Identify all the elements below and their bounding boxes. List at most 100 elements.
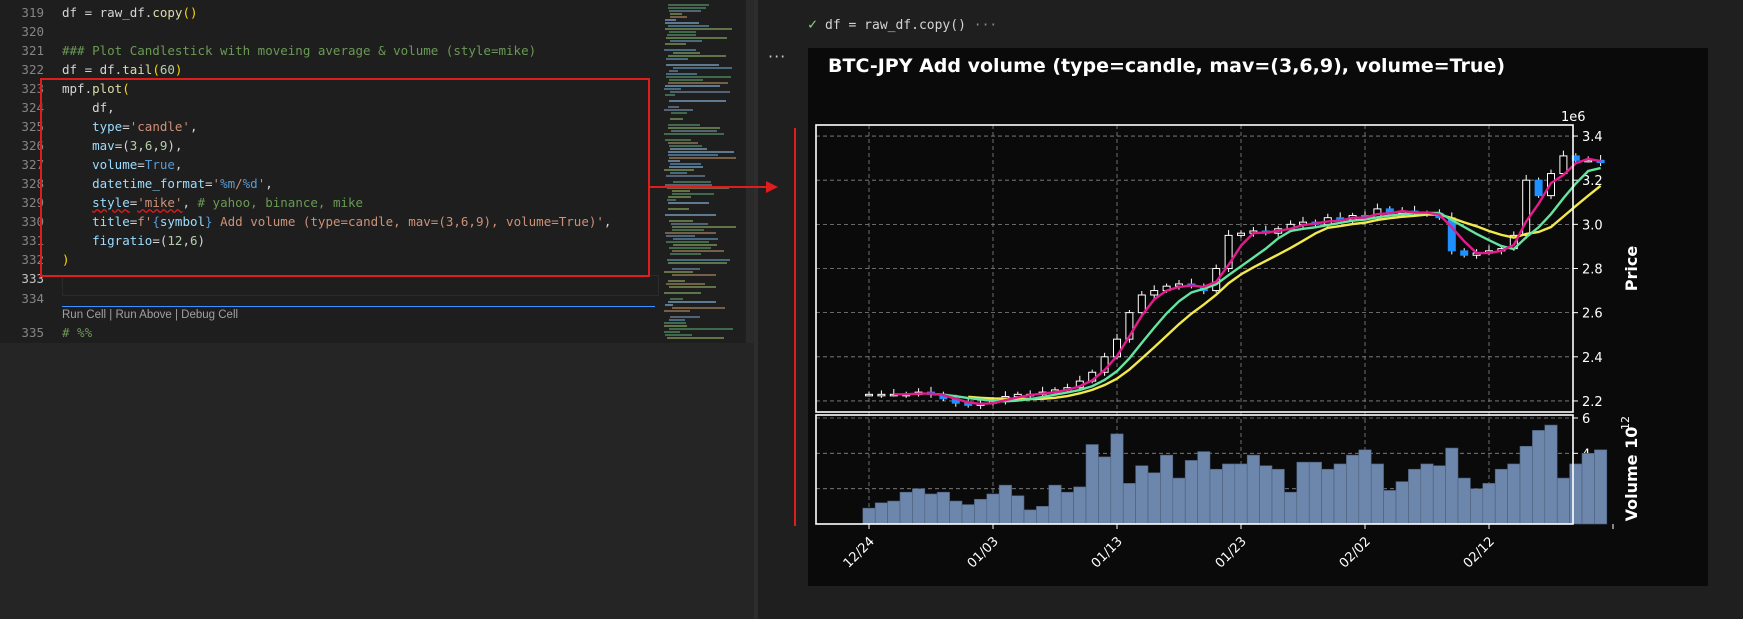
minimap-line [669,328,733,330]
minimap-line [668,154,718,156]
code-line[interactable]: 320 [0,22,62,41]
minimap-line [669,31,696,33]
minimap-line [664,292,701,294]
volume-bar [1110,433,1124,525]
minimap-line [668,280,685,282]
ellipsis-icon[interactable]: ··· [974,18,997,33]
price-tick-label: 2.8 [1582,263,1603,278]
volume-bar [1519,445,1533,525]
candle-body [1150,290,1159,296]
annotation-arrow-head [766,181,778,193]
cell-status-bar [794,128,796,526]
volume-bar [1284,491,1298,525]
x-tick-label: 01/13 [1089,534,1126,571]
line-number: 323 [21,81,44,96]
more-actions-icon[interactable]: ··· [768,47,786,66]
minimap-line [670,163,701,165]
minimap-line [664,88,681,90]
minimap-line [668,262,727,264]
code-token: raw_df [99,5,145,20]
candle-body [865,393,873,397]
volume-bar [1246,454,1260,525]
code-token: () [182,5,198,20]
code-line[interactable]: 334 [0,289,62,308]
line-number: 331 [21,233,44,248]
minimap-line [664,271,693,273]
minimap-line [664,331,680,333]
minimap-line [672,226,736,228]
minimap[interactable] [662,0,744,343]
line-number: 326 [21,138,44,153]
volume-bar [912,488,926,525]
price-tick-label: 2.2 [1582,395,1603,410]
moving-average-mav6 [930,166,1601,403]
volume-bar [1296,461,1310,525]
moving-average-mav9 [968,184,1602,401]
minimap-line [669,220,693,222]
volume-bar [1184,460,1198,525]
volume-bar [887,500,901,525]
x-tick-label: 01/23 [1213,534,1250,571]
minimap-line [666,175,705,177]
minimap-line [673,52,700,54]
minimap-line [666,73,697,75]
code-editor[interactable]: 319 df = raw_df.copy() 320 321 ### Plot Cand… [0,0,662,343]
x-tick-label: 12/24 [841,534,878,571]
minimap-line [670,148,707,150]
volume-bar [936,491,950,525]
codelens-separator: | [171,309,182,321]
minimap-line [664,310,690,312]
volume-bar [1172,477,1186,525]
volume-bar [1544,424,1558,525]
code-token: df = [62,5,100,20]
minimap-line [668,124,700,126]
debug-cell-link[interactable]: Debug Cell [181,309,238,321]
line-number: 330 [21,214,44,229]
price-tick-label: 3.4 [1582,130,1603,145]
volume-bar [899,491,913,525]
line-number: 321 [21,43,44,58]
x-tick-label: 02/12 [1461,534,1498,571]
volume-bar [1308,461,1322,525]
minimap-line [664,109,693,111]
output-cell-header[interactable]: ✓ df = raw_df.copy() ··· [808,15,997,33]
volume-bar [974,498,988,525]
volume-bar [1532,430,1546,525]
volume-bar [1048,484,1062,525]
minimap-line [670,16,687,18]
minimap-line [673,67,732,69]
volume-bar [1147,472,1161,525]
line-number: 333 [21,271,44,286]
minimap-line [668,4,709,6]
line-number: 329 [21,195,44,210]
volume-bar [1395,481,1409,525]
minimap-line [667,337,724,339]
minimap-line [666,283,705,285]
minimap-line [665,334,692,336]
volume-bar [949,500,963,525]
vertical-scrollbar[interactable] [746,0,754,343]
volume-bar [924,493,938,525]
run-above-link[interactable]: Run Above [116,309,172,321]
line-number: 334 [21,291,44,306]
volume-tick-label: 6 [1582,412,1590,427]
run-cell-link[interactable]: Run Cell [62,309,106,321]
candle-body [877,393,886,397]
volume-bar [1259,465,1273,525]
code-token: ( [152,62,160,77]
chart-figure: BTC-JPY Add volume (type=candle, mav=(3,… [808,48,1708,586]
minimap-line [669,79,703,81]
minimap-line [668,127,720,129]
minimap-line [670,316,700,318]
code-line[interactable]: 322 df = df.tail(60) [0,60,182,79]
minimap-line [666,241,709,243]
code-line[interactable]: 321 ### Plot Candlestick with moveing ave… [0,41,536,60]
line-number: 328 [21,176,44,191]
minimap-line [668,196,691,198]
minimap-line [668,151,734,153]
minimap-line [670,253,701,255]
code-line[interactable]: 319 df = raw_df.copy() [0,3,198,22]
volume-bar [1569,463,1583,525]
volume-exponent: 12 [1619,416,1632,430]
code-line[interactable]: 335 # %% [0,323,92,342]
